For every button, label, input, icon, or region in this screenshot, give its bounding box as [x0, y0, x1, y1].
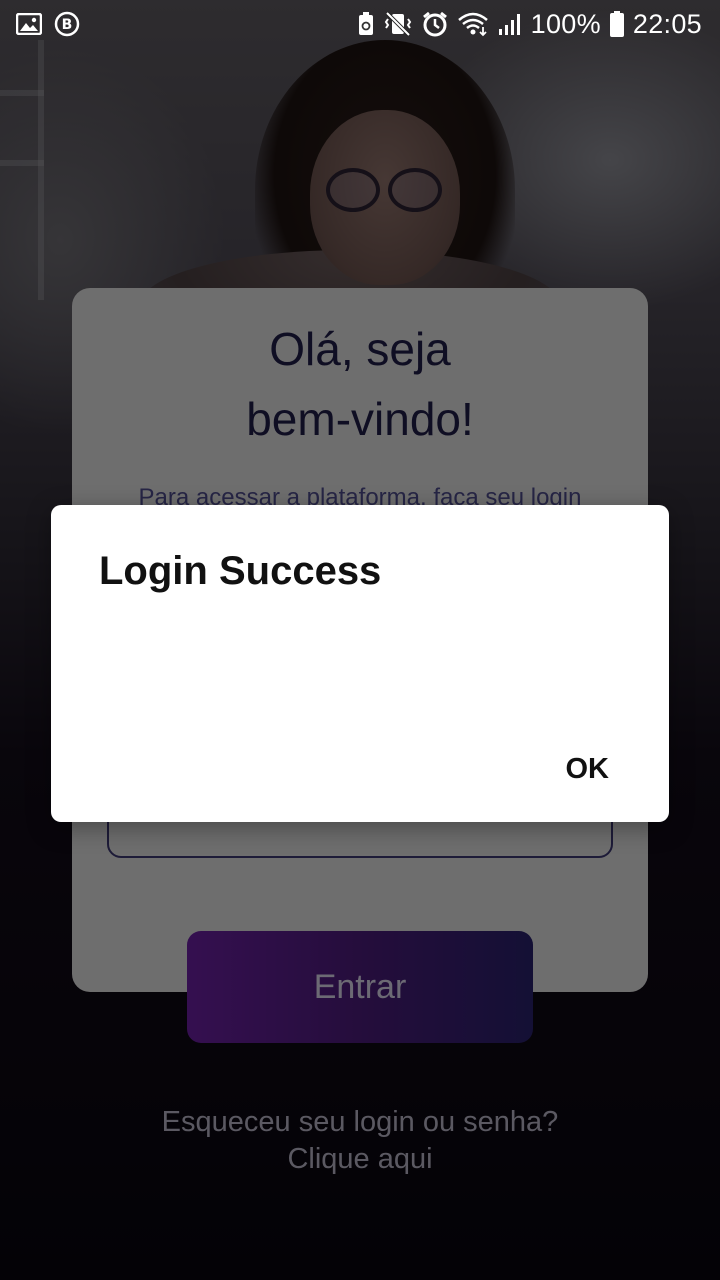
- b-badge-icon: B: [54, 11, 80, 37]
- clock: 22:05: [632, 8, 702, 39]
- wifi-icon: [457, 11, 489, 37]
- vibrate-mute-icon: [383, 11, 413, 37]
- dialog-title: Login Success: [99, 549, 382, 593]
- battery-saver-icon: [357, 11, 375, 37]
- status-bar: B 100% 22:05: [0, 0, 720, 48]
- login-success-dialog: Login Success OK: [51, 505, 669, 822]
- status-bar-right: 100% 22:05: [357, 9, 702, 40]
- signal-icon: [497, 11, 523, 37]
- ok-button[interactable]: OK: [558, 749, 618, 790]
- svg-text:B: B: [62, 17, 73, 33]
- status-bar-left: B: [16, 11, 80, 37]
- image-icon: [16, 13, 42, 35]
- battery-percent: 100%: [530, 8, 601, 39]
- battery-icon: [609, 10, 625, 38]
- alarm-icon: [421, 11, 449, 37]
